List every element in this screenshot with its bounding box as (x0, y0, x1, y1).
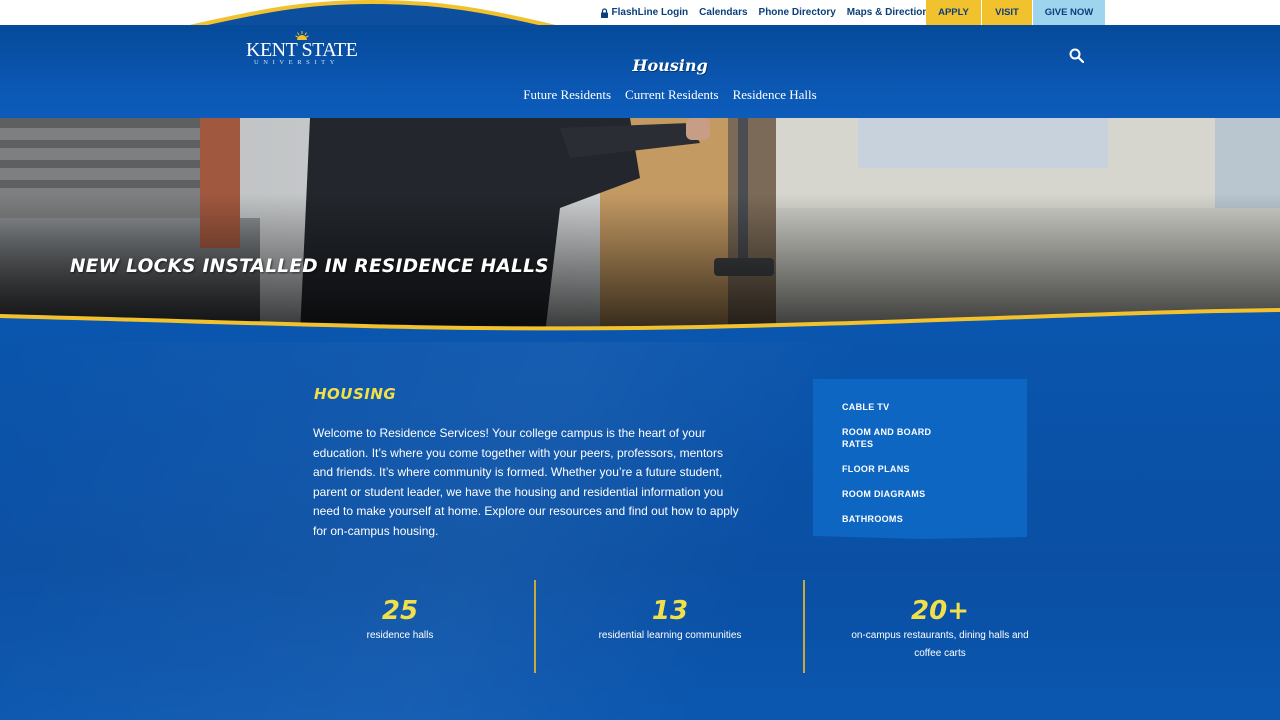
flashline-login-link[interactable]: FlashLine Login (594, 0, 694, 25)
menu-item-room-and-board-rates[interactable]: ROOM AND BOARD RATES (842, 426, 942, 450)
lock-icon (600, 7, 608, 18)
apply-button[interactable]: APPLY (926, 0, 981, 25)
stat-value: 25 (381, 596, 419, 626)
menu-item-floor-plans[interactable]: FLOOR PLANS (842, 463, 992, 475)
flashline-login-label: FlashLine Login (611, 7, 689, 18)
stat-dining-locations: 20+ on-campus restaurants, dining halls … (840, 595, 1040, 663)
utility-links: FlashLine Login Calendars Phone Director… (594, 0, 940, 25)
utility-bar: FlashLine Login Calendars Phone Director… (0, 0, 1280, 28)
visit-button[interactable]: VISIT (982, 0, 1032, 25)
stat-value: 20+ (911, 596, 969, 626)
nav-future-residents[interactable]: Future Residents (523, 87, 611, 103)
intro-paragraph: Welcome to Residence Services! Your coll… (313, 426, 739, 538)
menu-item-bathrooms[interactable]: BATHROOMS (842, 513, 992, 525)
gold-swoosh-divider (0, 308, 1280, 342)
nav-current-residents[interactable]: Current Residents (625, 87, 719, 103)
hero-caption[interactable]: NEW LOCKS INSTALLED IN RESIDENCE HALLS (70, 256, 549, 277)
header-arc-decoration (185, 0, 560, 28)
stat-divider (803, 580, 805, 673)
site-title[interactable]: Housing (0, 56, 1280, 75)
stat-value: 13 (651, 596, 689, 626)
site-header: KENT STATE UNIVERSITY Housing Future Res… (0, 25, 1280, 118)
calendars-link[interactable]: Calendars (694, 0, 753, 25)
side-menu: CABLE TV ROOM AND BOARD RATES FLOOR PLAN… (813, 379, 1027, 544)
menu-item-cable-tv[interactable]: CABLE TV (842, 401, 992, 413)
menu-item-room-diagrams[interactable]: ROOM DIAGRAMS (842, 488, 992, 500)
give-now-button[interactable]: GIVE NOW (1033, 0, 1105, 25)
phone-directory-link[interactable]: Phone Directory (753, 0, 841, 25)
maps-directions-link[interactable]: Maps & Directions (841, 0, 939, 25)
stat-label: on-campus restaurants, dining halls and … (851, 630, 1029, 659)
nav-residence-halls[interactable]: Residence Halls (733, 87, 817, 103)
stat-divider (534, 580, 536, 673)
stat-residence-halls: 25 residence halls (300, 595, 500, 645)
stat-label: residence halls (366, 630, 434, 641)
main-nav: Future Residents Current Residents Resid… (0, 87, 1280, 103)
search-icon[interactable] (1069, 48, 1084, 63)
stat-label: residential learning communities (598, 630, 742, 641)
section-heading: HOUSING (314, 385, 397, 403)
side-menu-list: CABLE TV ROOM AND BOARD RATES FLOOR PLAN… (842, 401, 992, 538)
stat-learning-communities: 13 residential learning communities (570, 595, 770, 645)
